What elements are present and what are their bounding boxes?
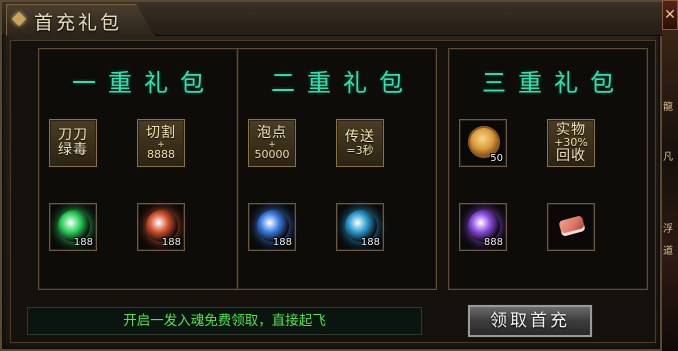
reward-item-slot[interactable]: 50 <box>459 119 507 167</box>
reward-item-slot[interactable]: 188 <box>137 203 185 251</box>
reward-perk-slot[interactable]: 刀刀 绿毒 <box>49 119 97 167</box>
perk-line: 实物 <box>556 121 586 138</box>
item-count: 188 <box>360 237 380 248</box>
side-text: 龍 <box>663 102 673 113</box>
side-text: 道 <box>663 246 673 257</box>
perk-line: 传送 <box>345 128 375 145</box>
item-count: 188 <box>272 237 292 248</box>
promo-notice: 开启一发入魂免费领取，直接起飞 <box>27 307 422 335</box>
perk-text: 刀刀 绿毒 <box>50 120 96 166</box>
close-icon: ✕ <box>664 7 676 23</box>
perk-text: 实物 +30% 回收 <box>548 120 594 166</box>
tier-panel-2: 二重礼包泡点 +50000 传送 =3秒 188 188 <box>237 48 437 290</box>
reward-item-slot[interactable]: 188 <box>248 203 296 251</box>
background-game-strip: 龍 凡 浮 道 <box>662 30 678 351</box>
perk-text: 切割 +8888 <box>138 120 184 166</box>
reward-perk-slot[interactable]: 泡点 +50000 <box>248 119 296 167</box>
perk-line: 绿毒 <box>58 142 88 158</box>
meat-icon <box>558 215 586 237</box>
claim-first-recharge-button[interactable]: 领取首充 <box>467 304 593 338</box>
perk-text: 传送 =3秒 <box>337 120 383 166</box>
perk-line: 回收 <box>556 147 586 164</box>
reward-item-slot[interactable]: 188 <box>336 203 384 251</box>
perk-line: 刀刀 <box>58 127 88 144</box>
perk-line: 8888 <box>147 147 175 161</box>
perk-line: 50000 <box>254 147 290 161</box>
perk-text: 泡点 +50000 <box>249 120 295 166</box>
window-title: 首充礼包 <box>34 12 123 34</box>
reward-perk-slot[interactable]: 切割 +8888 <box>137 119 185 167</box>
perk-line: =3秒 <box>346 143 374 157</box>
tier-title: 一重礼包 <box>72 69 216 97</box>
perk-line: 切割 <box>146 124 176 141</box>
reward-perk-slot[interactable]: 实物 +30% 回收 <box>547 119 595 167</box>
tier-panel-3: 三重礼包 50 实物 +30% 回收 888 <box>448 48 648 290</box>
reward-item-slot[interactable]: 888 <box>459 203 507 251</box>
item-count: 188 <box>161 237 181 248</box>
reward-item-slot[interactable]: 188 <box>49 203 97 251</box>
reward-item-slot[interactable] <box>547 203 595 251</box>
tier-title: 二重礼包 <box>271 69 415 97</box>
tier-title: 三重礼包 <box>482 69 626 97</box>
close-button[interactable]: ✕ <box>662 0 678 30</box>
first-recharge-window: 首充礼包 一重礼包 刀刀 绿毒 切割 +8888 188 188 二重礼包 泡点 +50000 传送… <box>0 0 664 351</box>
tier-panel-1: 一重礼包 刀刀 绿毒 切割 +8888 188 188 <box>38 48 238 290</box>
item-count: 888 <box>483 237 503 248</box>
side-text: 凡 <box>663 152 673 163</box>
item-count: 188 <box>73 237 93 248</box>
item-count: 50 <box>490 153 503 164</box>
title-bar: 首充礼包 <box>2 2 664 36</box>
perk-line: 泡点 <box>257 124 287 141</box>
side-text: 浮 <box>663 224 673 235</box>
reward-perk-slot[interactable]: 传送 =3秒 <box>336 119 384 167</box>
